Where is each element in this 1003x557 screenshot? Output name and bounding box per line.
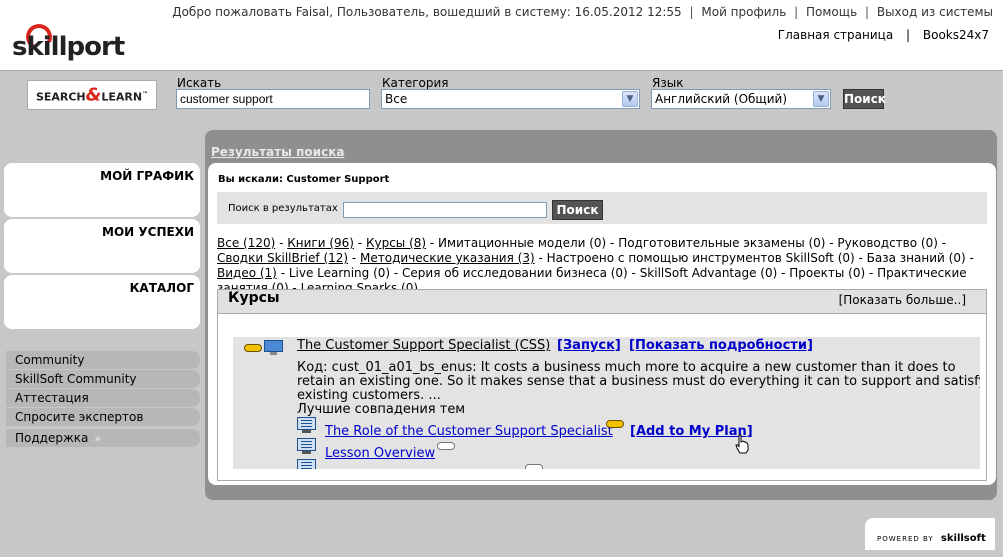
filter-link[interactable]: Все (120) bbox=[217, 236, 275, 250]
welcome-text: Добро пожаловать Faisal, Пользователь, в… bbox=[172, 5, 682, 19]
books24x7-link[interactable]: Books24x7 bbox=[923, 28, 989, 42]
powered-by-badge: POWERED BY skillsoft bbox=[865, 518, 995, 550]
category-value: Все bbox=[385, 92, 408, 106]
lesson-overview-link[interactable]: Lesson Overview bbox=[325, 446, 435, 461]
course-title-link[interactable]: The Customer Support Specialist (CSS) bbox=[297, 338, 550, 353]
my-progress-box[interactable]: МОИ УСПЕХИ bbox=[4, 219, 200, 273]
hand-cursor-icon bbox=[735, 434, 749, 454]
best-matches-label: Лучшие совпадения тем bbox=[297, 402, 466, 417]
my-schedule-box[interactable]: МОЙ ГРАФИК bbox=[4, 163, 200, 217]
filter-separator: - Настроено с помощью инструментов Skill… bbox=[534, 251, 974, 265]
my-progress-label: МОИ УСПЕХИ bbox=[102, 225, 194, 239]
logo-text: skillport bbox=[12, 32, 125, 62]
sidebar-item-skillsoft-community[interactable]: SkillSoft Community bbox=[6, 370, 200, 388]
logout-link[interactable]: Выход из системы bbox=[877, 5, 993, 19]
show-more-link[interactable]: [Показать больше..] bbox=[839, 293, 966, 307]
search-within-label: Поиск в результатах bbox=[228, 203, 338, 214]
my-profile-link[interactable]: Мой профиль bbox=[701, 5, 786, 19]
course-type-icon bbox=[244, 344, 262, 352]
language-select[interactable]: Английский (Общий) ▼ bbox=[651, 89, 831, 109]
course-description-line: Код: cust_01_a01_bs_enus: It costs a bus… bbox=[297, 360, 956, 375]
search-results-breadcrumb[interactable]: Результаты поиска bbox=[211, 145, 344, 159]
topic-type-icon bbox=[606, 420, 624, 428]
launch-link[interactable]: [Запуск] bbox=[557, 338, 621, 353]
filter-link[interactable]: Книги (96) bbox=[287, 236, 354, 250]
sidebar-item-community[interactable]: Community bbox=[6, 351, 200, 369]
category-select[interactable]: Все ▼ bbox=[381, 89, 640, 109]
filter-separator: - bbox=[348, 251, 361, 265]
catalog-label: КАТАЛОГ bbox=[129, 281, 194, 295]
sidebar-item-certification[interactable]: Аттестация bbox=[6, 389, 200, 407]
filter-link[interactable]: Сводки SkillBrief (12) bbox=[217, 251, 348, 265]
language-value: Английский (Общий) bbox=[655, 92, 787, 106]
category-filters: Все (120) - Книги (96) - Курсы (8) - Ими… bbox=[217, 236, 987, 296]
filter-link[interactable]: Видео (1) bbox=[217, 266, 277, 280]
courses-title: Курсы bbox=[228, 290, 280, 306]
search-within-input[interactable] bbox=[343, 202, 547, 218]
course-item: The Customer Support Specialist (CSS) [З… bbox=[233, 337, 980, 469]
search-input[interactable] bbox=[176, 89, 370, 109]
chevron-right-icon: » bbox=[94, 432, 102, 445]
header: Добро пожаловать Faisal, Пользователь, в… bbox=[0, 0, 1003, 71]
filter-link[interactable]: Курсы (8) bbox=[366, 236, 426, 250]
category-label: Категория bbox=[382, 76, 449, 90]
lesson-type-icon bbox=[437, 442, 455, 450]
filter-separator: - bbox=[275, 236, 288, 250]
search-label: Искать bbox=[177, 76, 222, 90]
skillport-logo[interactable]: skillport bbox=[12, 20, 125, 66]
skillsoft-logo: skillsoft bbox=[940, 533, 986, 544]
powered-by-text: POWERED BY bbox=[877, 535, 934, 543]
search-and-learn-logo: SEARCH&LEARN™ bbox=[27, 80, 157, 110]
topic-icon bbox=[297, 417, 316, 434]
course-description-line: existing customers. ... bbox=[297, 388, 441, 403]
search-button[interactable]: Поиск bbox=[843, 89, 886, 109]
searched-for-text: Вы искали: Customer Support bbox=[218, 174, 390, 185]
course-description-line: retain an existing one. So it makes sens… bbox=[297, 374, 980, 389]
filter-separator: - Имитационные модели (0) - Подготовител… bbox=[426, 236, 947, 250]
topic-link[interactable]: The Role of the Customer Support Special… bbox=[325, 424, 613, 439]
sidebar-item-ask-experts[interactable]: Спросите экспертов bbox=[6, 408, 200, 426]
help-link[interactable]: Помощь bbox=[806, 5, 857, 19]
sidebar-item-support[interactable]: Поддержка» bbox=[6, 429, 200, 447]
chevron-down-icon[interactable]: ▼ bbox=[622, 91, 638, 107]
home-link[interactable]: Главная страница bbox=[778, 28, 893, 42]
computer-icon bbox=[264, 340, 283, 355]
show-details-link[interactable]: [Показать подробности] bbox=[629, 338, 813, 353]
chevron-down-icon[interactable]: ▼ bbox=[813, 91, 829, 107]
top-nav: Главная страница | Books24x7 bbox=[777, 28, 989, 42]
lesson-type-icon bbox=[525, 464, 543, 469]
filter-separator: - bbox=[353, 236, 366, 250]
topic-icon bbox=[297, 438, 316, 455]
search-within-button[interactable]: Поиск bbox=[552, 200, 603, 220]
welcome-bar: Добро пожаловать Faisal, Пользователь, в… bbox=[172, 5, 993, 19]
language-label: Язык bbox=[652, 76, 684, 90]
topic-icon bbox=[297, 459, 316, 469]
filter-link[interactable]: Методические указания (3) bbox=[360, 251, 535, 265]
my-schedule-label: МОЙ ГРАФИК bbox=[100, 169, 194, 183]
catalog-box[interactable]: КАТАЛОГ bbox=[4, 275, 200, 329]
